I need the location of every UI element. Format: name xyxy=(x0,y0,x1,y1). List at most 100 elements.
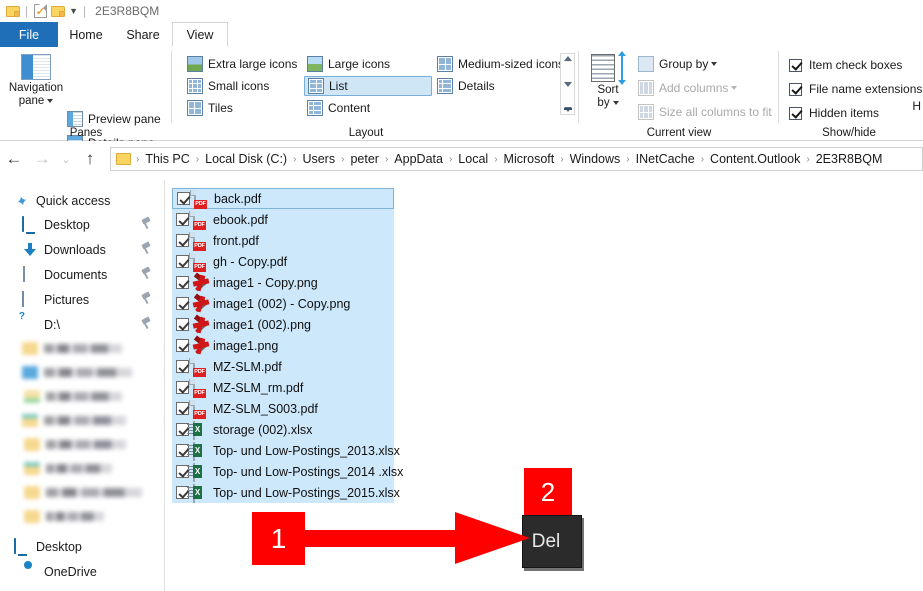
file-checkbox[interactable] xyxy=(176,402,189,415)
sort-by-button[interactable]: Sort by xyxy=(585,54,631,116)
scroll-down-icon[interactable] xyxy=(564,82,572,87)
breadcrumb-sep-4[interactable]: › xyxy=(380,154,393,165)
breadcrumb-sep-9[interactable]: › xyxy=(696,154,709,165)
breadcrumb-inetcache[interactable]: INetCache xyxy=(635,152,696,166)
breadcrumb-users[interactable]: Users xyxy=(301,152,336,166)
properties-icon[interactable]: ✓ xyxy=(31,2,49,20)
file-checkbox[interactable] xyxy=(176,318,189,331)
file-checkbox[interactable] xyxy=(176,213,189,226)
breadcrumb-this-pc[interactable]: This PC xyxy=(144,152,190,166)
breadcrumb-current-folder[interactable]: 2E3R8BQM xyxy=(815,152,884,166)
folder-icon[interactable] xyxy=(4,2,22,20)
breadcrumb-sep-1[interactable]: › xyxy=(191,154,204,165)
breadcrumb-sep-2[interactable]: › xyxy=(288,154,301,165)
tab-view[interactable]: View xyxy=(172,22,228,47)
breadcrumb-sep-0[interactable]: › xyxy=(131,154,144,165)
pin-icon-documents[interactable] xyxy=(141,268,152,280)
table-row[interactable]: back.pdf xyxy=(172,188,394,209)
file-checkbox[interactable] xyxy=(176,360,189,373)
item-check-boxes-checkbox[interactable] xyxy=(789,59,802,72)
sidebar-item-quick-access[interactable]: ✦ Quick access xyxy=(0,190,164,211)
table-row[interactable]: image1.png xyxy=(172,335,394,356)
sidebar-item-downloads[interactable]: Downloads xyxy=(0,239,164,260)
table-row[interactable]: MZ-SLM.pdf xyxy=(172,356,394,377)
table-row[interactable]: Top- und Low-Postings_2015.xlsx xyxy=(172,482,394,503)
breadcrumb-content-outlook[interactable]: Content.Outlook xyxy=(709,152,801,166)
hidden-items-toggle[interactable]: Hidden items xyxy=(789,103,879,123)
tab-share[interactable]: Share xyxy=(114,22,172,47)
sidebar-item-pictures[interactable]: Pictures xyxy=(0,289,164,310)
hide-selected-items-cutoff[interactable]: H xyxy=(912,99,921,113)
table-row[interactable]: gh - Copy.pdf xyxy=(172,251,394,272)
table-row[interactable]: image1 - Copy.png xyxy=(172,272,394,293)
sidebar-item-desktop[interactable]: Desktop xyxy=(0,214,164,235)
sidebar-item-onedrive[interactable]: OneDrive xyxy=(0,561,164,582)
file-checkbox[interactable] xyxy=(176,339,189,352)
breadcrumb[interactable]: › This PC › Local Disk (C:) › Users › pe… xyxy=(110,147,923,171)
breadcrumb-local-disk[interactable]: Local Disk (C:) xyxy=(204,152,288,166)
breadcrumb-local[interactable]: Local xyxy=(457,152,489,166)
pin-icon-drive-d[interactable] xyxy=(141,318,152,330)
file-checkbox[interactable] xyxy=(177,192,190,205)
table-row[interactable]: image1 (002) - Copy.png xyxy=(172,293,394,314)
table-row[interactable]: front.pdf xyxy=(172,230,394,251)
preview-pane-button[interactable]: Preview pane xyxy=(64,109,164,129)
up-button[interactable]: ↑ xyxy=(76,146,104,172)
hidden-items-checkbox[interactable] xyxy=(789,107,802,120)
breadcrumb-sep-10[interactable]: › xyxy=(801,154,814,165)
sidebar-item-redacted-5[interactable] xyxy=(0,434,165,455)
sidebar-item-drive-d[interactable]: D:\ xyxy=(0,314,164,335)
view-large-icons[interactable]: Large icons xyxy=(304,54,393,74)
view-details[interactable]: Details xyxy=(434,76,498,96)
chevron-down-icon-sort[interactable] xyxy=(613,101,619,105)
chevron-down-icon-groupby[interactable] xyxy=(711,62,717,66)
view-content[interactable]: Content xyxy=(304,98,373,118)
breadcrumb-folder-icon[interactable] xyxy=(116,153,131,165)
view-extra-large-icons[interactable]: Extra large icons xyxy=(184,54,300,74)
new-folder-icon[interactable] xyxy=(49,2,67,20)
chevron-down-icon[interactable] xyxy=(47,99,53,103)
sidebar-item-desktop-root[interactable]: Desktop xyxy=(0,536,164,557)
pin-icon-pictures[interactable] xyxy=(141,293,152,305)
table-row[interactable]: MZ-SLM_rm.pdf xyxy=(172,377,394,398)
sidebar-item-documents[interactable]: Documents xyxy=(0,264,164,285)
layout-more-icon[interactable] xyxy=(564,107,572,112)
view-list[interactable]: List xyxy=(304,76,432,96)
sidebar-item-redacted-1[interactable] xyxy=(0,338,165,359)
file-checkbox[interactable] xyxy=(176,381,189,394)
group-by-button[interactable]: Group by xyxy=(635,54,720,74)
sidebar-item-redacted-4[interactable] xyxy=(0,410,165,431)
breadcrumb-microsoft[interactable]: Microsoft xyxy=(503,152,556,166)
pin-icon-desktop[interactable] xyxy=(141,218,152,230)
layout-scroll-controls[interactable] xyxy=(560,53,575,115)
table-row[interactable]: MZ-SLM_S003.pdf xyxy=(172,398,394,419)
breadcrumb-sep-8[interactable]: › xyxy=(621,154,634,165)
table-row[interactable]: image1 (002).png xyxy=(172,314,394,335)
table-row[interactable]: Top- und Low-Postings_2014 .xlsx xyxy=(172,461,394,482)
table-row[interactable]: ebook.pdf xyxy=(172,209,394,230)
pin-icon-downloads[interactable] xyxy=(141,243,152,255)
breadcrumb-windows[interactable]: Windows xyxy=(569,152,622,166)
file-checkbox[interactable] xyxy=(176,276,189,289)
breadcrumb-appdata[interactable]: AppData xyxy=(393,152,444,166)
breadcrumb-sep-5[interactable]: › xyxy=(444,154,457,165)
forward-button[interactable]: → xyxy=(28,146,56,172)
breadcrumb-peter[interactable]: peter xyxy=(349,152,380,166)
tab-file[interactable]: File xyxy=(0,22,58,47)
file-name-extensions-toggle[interactable]: File name extensions xyxy=(789,79,922,99)
sidebar-item-redacted-8[interactable] xyxy=(0,506,165,527)
tab-home[interactable]: Home xyxy=(58,22,114,47)
table-row[interactable]: storage (002).xlsx xyxy=(172,419,394,440)
breadcrumb-sep-3[interactable]: › xyxy=(336,154,349,165)
table-row[interactable]: Top- und Low-Postings_2013.xlsx xyxy=(172,440,394,461)
sidebar-item-redacted-3[interactable] xyxy=(0,386,165,407)
file-checkbox[interactable] xyxy=(176,234,189,247)
sidebar-item-redacted-7[interactable] xyxy=(0,482,165,503)
view-tiles[interactable]: Tiles xyxy=(184,98,236,118)
customize-qat-dropdown-icon[interactable]: ▼ xyxy=(69,7,78,16)
recent-locations-button[interactable]: ⌄ xyxy=(56,146,76,172)
file-checkbox[interactable] xyxy=(176,255,189,268)
file-checkbox[interactable] xyxy=(176,297,189,310)
back-button[interactable]: ← xyxy=(0,146,28,172)
sidebar-item-redacted-2[interactable] xyxy=(0,362,165,383)
